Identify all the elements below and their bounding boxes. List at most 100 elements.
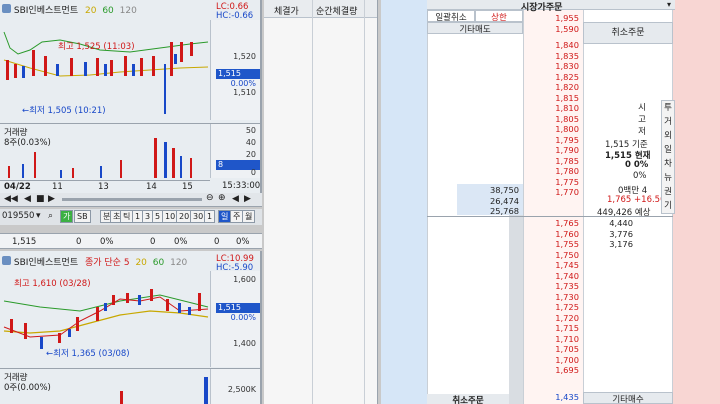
low-label: 저 <box>638 127 646 137</box>
side-tab[interactable]: 기 <box>662 199 674 213</box>
vol-tick-20: 20 <box>245 150 256 159</box>
period-month[interactable]: 월 <box>242 210 256 223</box>
ask-price[interactable]: 1,820 <box>523 82 579 93</box>
bid-price[interactable]: 1,720 <box>523 313 579 324</box>
cancel-all-button[interactable]: 일괄취소 <box>427 10 475 23</box>
bid-qty: 3,176 <box>609 239 633 249</box>
bid-price[interactable]: 1,760 <box>523 229 579 240</box>
ask-price[interactable]: 1,785 <box>523 156 579 167</box>
bid-price[interactable]: 1,725 <box>523 302 579 313</box>
side-tab[interactable]: 투 <box>662 101 674 115</box>
bid-price[interactable]: 1,705 <box>523 344 579 355</box>
tick-1600: 1,600 <box>233 275 256 284</box>
bid-price[interactable]: 1,750 <box>523 250 579 261</box>
etc-buy-button[interactable]: 기타매수 <box>583 392 673 404</box>
rate-pct: 0% <box>633 171 647 181</box>
zoom-in-icon[interactable]: ⊕ <box>218 193 226 203</box>
nav-prev-button[interactable]: ◀ <box>24 194 31 204</box>
scroll-right-button[interactable]: ▶ <box>244 194 251 204</box>
chart-period-toolbar: 019550 ▾ ⌕ 가 SB 분 초 틱 1 3 5 10 20 30 1 일… <box>0 209 262 225</box>
bottom-chart-panel: SBI인베스트먼트 종가 단순 5 20 60 120 LC:10.99 HC:… <box>0 251 262 404</box>
nav-next-button[interactable]: ▶ <box>48 194 55 204</box>
zoom-out-icon[interactable]: ⊖ <box>206 193 214 203</box>
chart-header: SBI인베스트먼트 20 60 120 <box>2 3 137 16</box>
high-annotation: 최고 1,525 (11:03) <box>58 42 135 52</box>
tick-pct-2: 0.00% <box>230 313 256 322</box>
ask-price[interactable]: 1,770 <box>523 187 579 198</box>
ask-price[interactable]: 1,790 <box>523 145 579 156</box>
bid-price[interactable]: 1,735 <box>523 281 579 292</box>
scroll-left-button[interactable]: ◀ <box>232 194 239 204</box>
exec-qty-header: 순간체결량 <box>316 7 358 17</box>
market-order-dropdown-icon[interactable]: ▾ <box>667 0 671 9</box>
bid-price[interactable]: 1,755 <box>523 239 579 250</box>
quick-icon[interactable]: 가 <box>60 210 74 223</box>
change-pct: 0 0% <box>625 160 649 170</box>
ma-60-2: 60 <box>152 258 165 268</box>
vol-tick-0: 0 <box>250 168 256 177</box>
side-tab[interactable]: 외 <box>662 129 674 143</box>
search-icon[interactable]: ⌕ <box>48 211 53 221</box>
code-dropdown-icon[interactable]: ▾ <box>36 211 41 221</box>
ask-price[interactable]: 1,840 <box>523 40 579 51</box>
chart-settings-icon-2[interactable] <box>2 256 11 265</box>
date-axis: 04/22 11 13 14 15 <box>0 180 210 193</box>
bid-price[interactable]: 1,700 <box>523 355 579 366</box>
ask-price[interactable]: 1,800 <box>523 124 579 135</box>
bid-qty-list: 4,440 3,776 3,176 <box>603 218 633 250</box>
ask-price[interactable]: 1,810 <box>523 103 579 114</box>
upper-limit-button[interactable]: 상한 <box>475 10 523 23</box>
vol-tick-40: 40 <box>245 138 256 147</box>
bid-price[interactable]: 1,710 <box>523 334 579 345</box>
date-3: 14 <box>146 182 157 192</box>
ask-price[interactable]: 1,835 <box>523 51 579 62</box>
bottom-price: 1,435 <box>555 392 579 402</box>
bid-price[interactable]: 1,715 <box>523 323 579 334</box>
chart-scroll-slider[interactable] <box>62 198 202 201</box>
orderbook-scrollbar[interactable] <box>509 200 523 404</box>
side-tab[interactable]: 일 <box>662 143 674 157</box>
nav-play-button[interactable]: ■ <box>36 194 45 204</box>
ma-60: 60 <box>102 6 114 16</box>
ask-price[interactable]: 1,815 <box>523 93 579 104</box>
ask-price[interactable]: 1,830 <box>523 61 579 72</box>
ask-price[interactable]: 1,825 <box>523 72 579 83</box>
bid-price[interactable]: 1,740 <box>523 271 579 282</box>
summary-v2: 0% <box>100 237 114 247</box>
bid-price[interactable]: 1,730 <box>523 292 579 303</box>
ask-qty: 25,768 <box>489 206 519 216</box>
ask-price[interactable]: 1,805 <box>523 114 579 125</box>
stock-short-button[interactable]: SB <box>74 210 91 223</box>
side-tab[interactable]: 뉴 <box>662 171 674 185</box>
tick-1520: 1,520 <box>233 52 256 61</box>
stock-code[interactable]: 019550 <box>2 211 34 221</box>
chart-nav-bar: ◀◀ ◀ ■ ▶ ⊖ ⊕ ◀ ▶ <box>0 193 262 207</box>
bid-price[interactable]: 1,695 <box>523 365 579 376</box>
stock-name-2: SBI인베스트먼트 <box>13 258 79 268</box>
volume-axis: 50 40 20 8 0 <box>210 124 260 178</box>
etc-sell-button[interactable]: 기타매도 <box>427 22 523 35</box>
ask-price[interactable]: 1,780 <box>523 166 579 177</box>
nav-first-button[interactable]: ◀◀ <box>4 194 18 204</box>
open-label: 시 <box>638 103 646 113</box>
cancel-order-bottom-button[interactable]: 취소주문 <box>427 394 509 404</box>
low-annotation: ←최저 1,505 (10:21) <box>22 106 106 116</box>
bid-price[interactable]: 1,765 <box>523 218 579 229</box>
side-tab[interactable]: 차 <box>662 157 674 171</box>
side-tab[interactable]: 거 <box>662 115 674 129</box>
top-price-2: 1,590 <box>555 24 579 34</box>
interval-1b[interactable]: 1 <box>204 210 216 223</box>
market-order-title[interactable]: 시장가주문 <box>521 0 562 13</box>
side-tab[interactable]: 권 <box>662 185 674 199</box>
ask-price[interactable]: 1,775 <box>523 177 579 188</box>
top-chart-panel: SBI인베스트먼트 20 60 120 LC:0.66 HC:-0.66 1,5… <box>0 0 262 193</box>
tick-pct: 0.00% <box>230 79 256 88</box>
bid-price[interactable]: 1,745 <box>523 260 579 271</box>
current-price-badge: 1,515 <box>216 69 260 79</box>
vol-tick-2500k: 2,500K <box>227 385 256 394</box>
cancel-order-button[interactable]: 취소주문 <box>583 22 673 44</box>
chart-header-2: SBI인베스트먼트 종가 단순 5 20 60 120 <box>2 255 187 268</box>
chart-settings-icon[interactable] <box>2 4 11 13</box>
ask-price[interactable]: 1,795 <box>523 135 579 146</box>
orderbook-panel: 시장가주문 ▾ 일괄취소 상한 기타매도 취소주문 1,955 1,590 1,… <box>381 0 720 404</box>
